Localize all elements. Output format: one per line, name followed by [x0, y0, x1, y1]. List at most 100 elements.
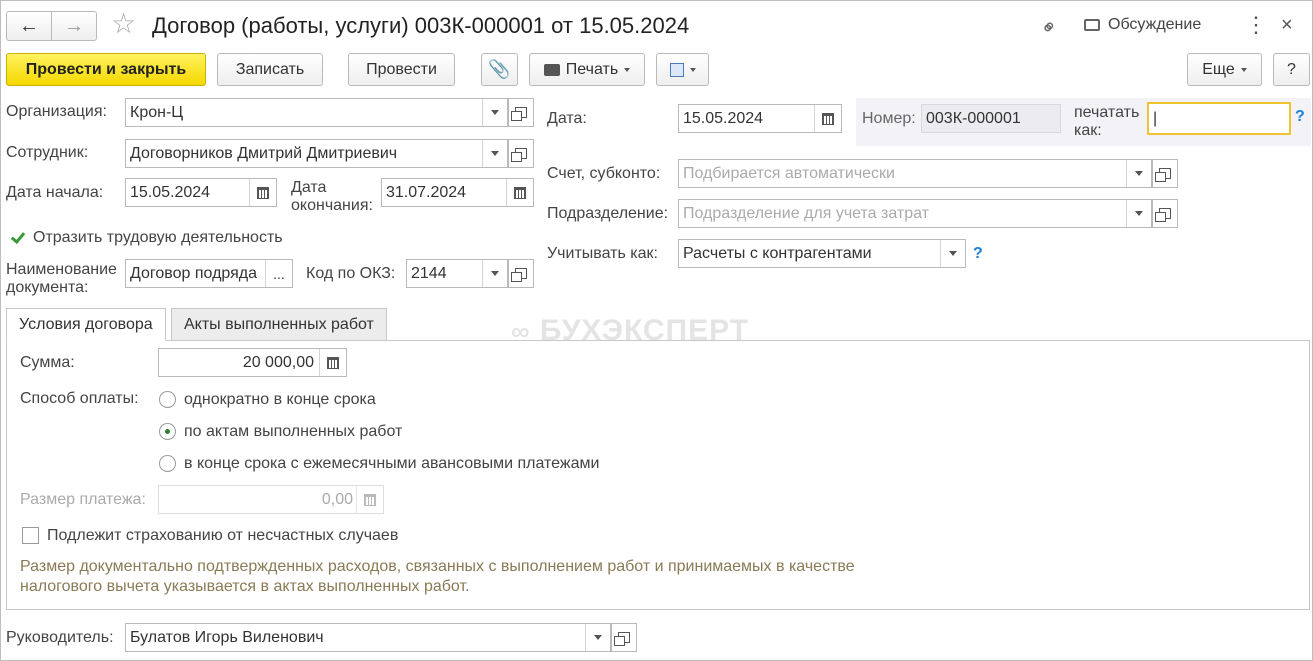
more-button[interactable]: Еще — [1187, 53, 1262, 86]
window-title: Договор (работы, услуги) 003К-000001 от … — [152, 13, 690, 38]
date-value: 15.05.2024 — [683, 110, 764, 127]
arrow-right-icon: → — [64, 15, 84, 37]
more-label: Еще — [1202, 60, 1235, 78]
manager-value: Булатов Игорь Виленович — [130, 629, 324, 646]
print-as-value: | — [1153, 110, 1158, 127]
reflect-labor-checkbox[interactable] — [9, 229, 26, 246]
sum-field[interactable]: 20 000,00 — [158, 348, 347, 377]
chevron-down-icon — [1135, 171, 1143, 176]
account-dropdown[interactable] — [1126, 160, 1151, 187]
okz-open-button[interactable] — [508, 259, 534, 288]
discussion-label: Обсуждение — [1108, 16, 1202, 33]
document-window: ← → ☆ Договор (работы, услуги) 003К-0000… — [0, 0, 1313, 661]
print-as-help[interactable]: ? — [1295, 108, 1305, 126]
account-placeholder: Подбирается автоматически — [683, 165, 895, 182]
start-date-label: Дата начала: — [6, 184, 104, 201]
close-icon[interactable]: × — [1281, 15, 1293, 35]
create-based-on-button[interactable] — [656, 53, 709, 86]
help-button[interactable]: ? — [1273, 53, 1310, 86]
save-button[interactable]: Записать — [217, 53, 323, 86]
link-icon[interactable]: ⚭ — [1035, 13, 1065, 43]
chevron-down-icon — [491, 151, 499, 156]
employee-label: Сотрудник: — [6, 144, 89, 161]
forward-button[interactable]: → — [51, 11, 97, 41]
manager-open-button[interactable] — [611, 623, 637, 652]
okz-field[interactable]: 2144 — [406, 259, 508, 288]
manager-dropdown[interactable] — [585, 624, 610, 651]
print-button[interactable]: Печать — [529, 53, 645, 86]
calendar-icon — [257, 186, 269, 199]
favorite-star-icon[interactable]: ☆ — [111, 9, 136, 39]
date-field[interactable]: 15.05.2024 — [678, 104, 842, 133]
employee-value: Договорников Дмитрий Дмитриевич — [130, 145, 398, 162]
chevron-down-icon — [1135, 211, 1143, 216]
open-icon — [511, 107, 527, 121]
start-date-field[interactable]: 15.05.2024 — [125, 178, 277, 207]
payment-option-monthly-label[interactable]: в конце срока с ежемесячными авансовыми … — [184, 455, 599, 473]
help-label: ? — [1287, 60, 1296, 78]
division-field[interactable]: Подразделение для учета затрат — [678, 199, 1152, 228]
end-date-field[interactable]: 31.07.2024 — [381, 178, 534, 207]
more-vert-icon[interactable]: ⋮ — [1245, 13, 1267, 37]
calendar-button[interactable] — [814, 105, 841, 132]
ellipsis-icon: ... — [273, 265, 285, 282]
calendar-button[interactable] — [249, 179, 276, 206]
payment-option-once-label[interactable]: однократно в конце срока — [184, 391, 376, 409]
print-as-field[interactable]: | — [1147, 102, 1291, 135]
arrow-left-icon: ← — [19, 15, 39, 37]
calculator-button[interactable] — [319, 349, 346, 376]
division-dropdown[interactable] — [1126, 200, 1151, 227]
reflect-labor-label[interactable]: Отразить трудовую деятельность — [33, 229, 283, 247]
account-as-label: Учитывать как: — [547, 245, 658, 262]
account-as-value: Расчеты с контрагентами — [683, 245, 872, 262]
open-icon — [511, 148, 527, 162]
organization-open-button[interactable] — [508, 98, 534, 127]
employee-field[interactable]: Договорников Дмитрий Дмитриевич — [125, 139, 508, 168]
account-open-button[interactable] — [1152, 159, 1178, 188]
division-open-button[interactable] — [1152, 199, 1178, 228]
doc-name-field[interactable]: Договор подряда ... — [125, 259, 293, 288]
insurance-checkbox[interactable] — [22, 527, 39, 544]
start-date-value: 15.05.2024 — [130, 184, 211, 201]
attach-button[interactable]: 📎 — [481, 53, 518, 86]
post-and-close-button[interactable]: Провести и закрыть — [6, 53, 206, 86]
okz-dropdown[interactable] — [482, 260, 507, 287]
tab-contract-conditions[interactable]: Условия договора — [6, 308, 166, 341]
chevron-down-icon — [689, 67, 696, 72]
doc-name-select-button[interactable]: ... — [265, 260, 292, 287]
post-button[interactable]: Провести — [348, 53, 455, 86]
manager-label: Руководитель: — [6, 629, 114, 646]
tab-completed-works-acts[interactable]: Акты выполненных работ — [171, 308, 387, 341]
chevron-down-icon — [949, 251, 957, 256]
doc-name-label: Наименование документа: — [6, 261, 117, 296]
employee-dropdown[interactable] — [482, 140, 507, 167]
account-as-field[interactable]: Расчеты с контрагентами — [678, 239, 966, 268]
chevron-down-icon — [624, 67, 631, 72]
calendar-icon — [514, 186, 526, 199]
post-and-close-label: Провести и закрыть — [25, 60, 187, 78]
account-as-help[interactable]: ? — [973, 245, 983, 263]
calendar-button[interactable] — [506, 179, 533, 206]
number-label: Номер: — [862, 110, 916, 127]
insurance-label[interactable]: Подлежит страхованию от несчастных случа… — [47, 527, 398, 545]
number-field[interactable]: 003К-000001 — [921, 104, 1061, 133]
open-icon — [614, 632, 630, 646]
end-date-value: 31.07.2024 — [386, 184, 467, 201]
manager-field[interactable]: Булатов Игорь Виленович — [125, 623, 611, 652]
payment-option-acts-label[interactable]: по актам выполненных работ — [184, 423, 402, 441]
division-label: Подразделение: — [547, 205, 669, 222]
discussion-button[interactable]: Обсуждение — [1084, 16, 1201, 34]
payment-option-acts-radio[interactable] — [159, 423, 176, 440]
account-field[interactable]: Подбирается автоматически — [678, 159, 1152, 188]
organization-label: Организация: — [6, 103, 107, 120]
account-as-dropdown[interactable] — [940, 240, 965, 267]
back-button[interactable]: ← — [6, 11, 52, 41]
payment-size-label: Размер платежа: — [20, 491, 146, 508]
doc-name-value: Договор подряда — [130, 265, 258, 282]
payment-option-once-radio[interactable] — [159, 391, 176, 408]
organization-field[interactable]: Крон-Ц — [125, 98, 508, 127]
employee-open-button[interactable] — [508, 139, 534, 168]
payment-option-monthly-radio[interactable] — [159, 455, 176, 472]
organization-dropdown[interactable] — [482, 99, 507, 126]
open-icon — [1155, 208, 1171, 222]
